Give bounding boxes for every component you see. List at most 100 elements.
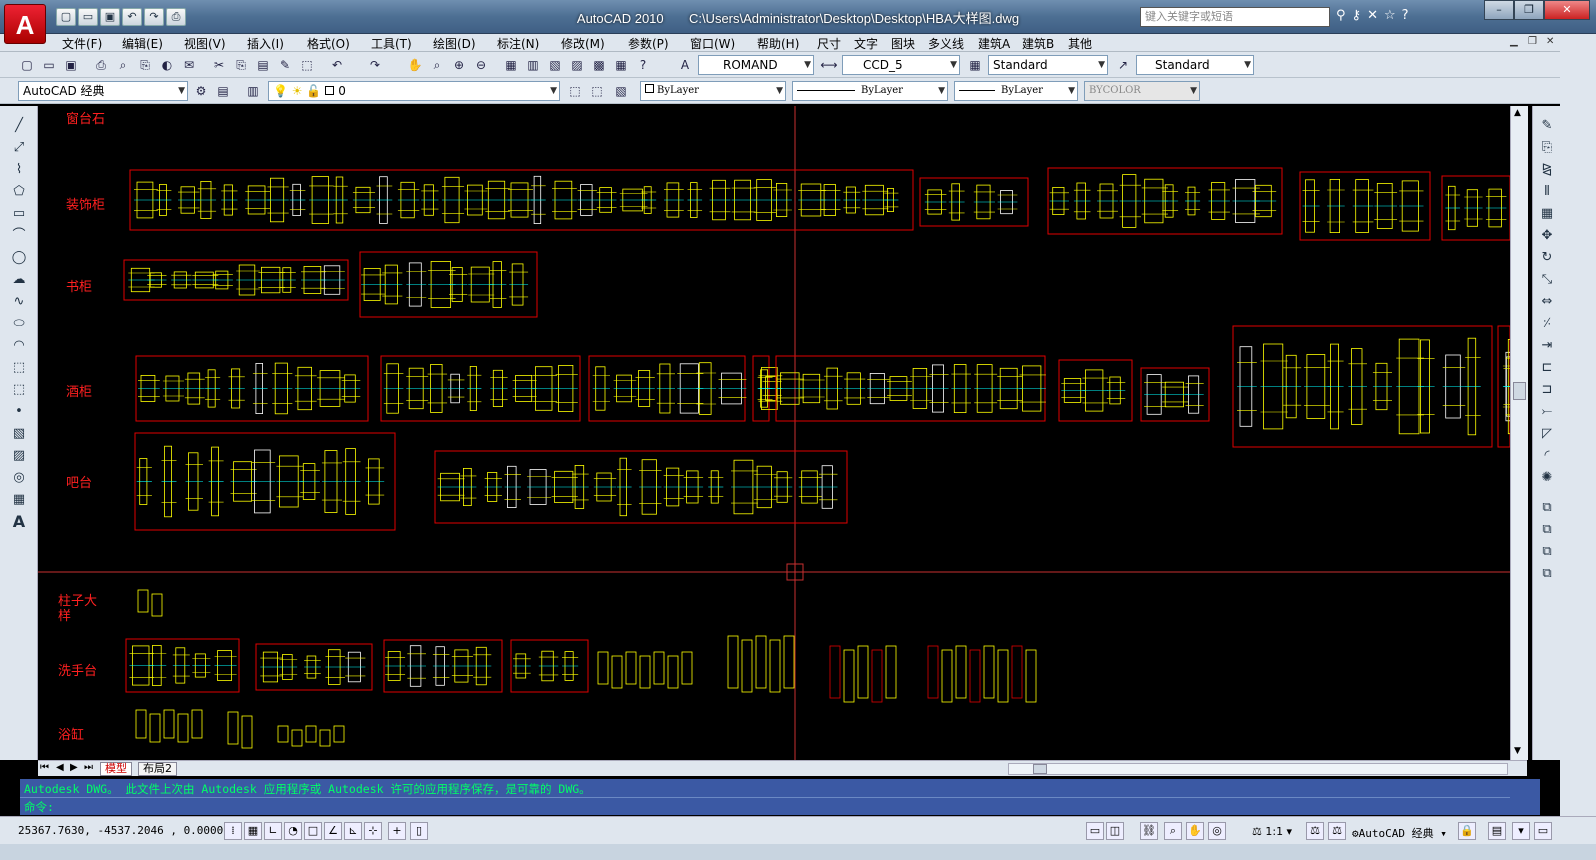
fillet-icon[interactable]: ◜ (1537, 446, 1557, 466)
polar-tracking-icon[interactable]: ◔ (284, 822, 302, 840)
polyline-icon[interactable]: ⌇ (9, 160, 29, 180)
menu-dimension[interactable]: 标注(N) (497, 35, 539, 52)
menu-arch-a[interactable]: 建筑A (978, 35, 1010, 52)
3d-dwf-icon[interactable]: ◐ (158, 56, 176, 74)
menu-file[interactable]: 文件(F) (62, 35, 102, 52)
object-snap-tracking-icon[interactable]: ∠ (324, 822, 342, 840)
revision-cloud-icon[interactable]: ☁ (9, 270, 29, 290)
move-icon[interactable]: ✥ (1537, 226, 1557, 246)
line-icon[interactable]: ╱ (9, 116, 29, 136)
scroll-down-icon[interactable]: ▼ (1514, 746, 1521, 756)
tab-nav-last-icon[interactable]: ⏭ (84, 762, 93, 773)
spline-icon[interactable]: ∿ (9, 292, 29, 312)
make-object-layer-current-icon[interactable]: ⬚ (566, 82, 584, 100)
new-icon[interactable]: ▢ (18, 56, 36, 74)
linetype-select[interactable]: ByLayer ▼ (792, 81, 948, 101)
menu-block[interactable]: 图块 (891, 35, 915, 52)
insert-block-icon[interactable]: ⬚ (9, 358, 29, 378)
layer-previous-icon[interactable]: ⬚ (588, 82, 606, 100)
properties-icon[interactable]: ▦ (502, 56, 520, 74)
statusbar-menu-icon[interactable]: ▾ (1512, 822, 1530, 840)
pan-icon[interactable]: ✋ (406, 56, 424, 74)
menu-arch-b[interactable]: 建筑B (1022, 35, 1054, 52)
favorites-icon[interactable]: ☆ (1384, 8, 1396, 23)
etransmit-icon[interactable]: ✉ (180, 56, 198, 74)
annotation-scale[interactable]: ⚖ 1:1 ▾ (1252, 825, 1292, 838)
help-icon[interactable]: ? (1402, 8, 1409, 23)
match-properties-icon[interactable]: ✎ (276, 56, 294, 74)
object-snap-icon[interactable]: □ (304, 822, 322, 840)
command-input[interactable]: 命令: (20, 797, 1510, 814)
binoculars-icon[interactable]: ⚲ (1336, 8, 1346, 23)
trim-icon[interactable]: ⸓ (1537, 314, 1557, 334)
steeringwheel-icon[interactable]: ◎ (1208, 822, 1226, 840)
table-style-select[interactable]: Standard ▼ (988, 55, 1108, 75)
menu-draw[interactable]: 绘图(D) (433, 35, 476, 52)
design-center-icon[interactable]: ▥ (524, 56, 542, 74)
grid-display-icon[interactable]: ▦ (244, 822, 262, 840)
quick-view-icon[interactable]: ⛓ (1140, 822, 1158, 840)
redo-icon[interactable]: ↷ (366, 56, 384, 74)
quick-properties-icon[interactable]: ▯ (410, 822, 428, 840)
multiline-text-icon[interactable]: A (9, 512, 29, 532)
tool-palettes-icon[interactable]: ▧ (546, 56, 564, 74)
menu-tools[interactable]: 工具(T) (371, 35, 412, 52)
tab-layout2[interactable]: 布局2 (138, 762, 177, 776)
annotation-visibility-icon[interactable]: ⚖ (1306, 822, 1324, 840)
rotate-icon[interactable]: ↻ (1537, 248, 1557, 268)
construction-line-icon[interactable]: ⤢ (9, 138, 29, 158)
menu-view[interactable]: 视图(V) (184, 35, 226, 52)
layer-select[interactable]: 💡 ☀ 🔓 0 ▼ (268, 81, 560, 101)
arc-icon[interactable]: ⌒ (9, 226, 29, 246)
extend-icon[interactable]: ⇥ (1537, 336, 1557, 356)
tab-nav-first-icon[interactable]: ⏮ (40, 762, 49, 773)
bring-front-icon[interactable]: ⧉ (1537, 520, 1557, 540)
circle-icon[interactable]: ◯ (9, 248, 29, 268)
tab-nav-prev-icon[interactable]: ◀ (56, 762, 64, 773)
lineweight-select[interactable]: ByLayer ▼ (954, 81, 1078, 101)
offset-icon[interactable]: ⫴ (1537, 182, 1557, 202)
region-icon[interactable]: ◎ (9, 468, 29, 488)
cad-drawing[interactable] (38, 106, 1510, 760)
ortho-mode-icon[interactable]: ∟ (264, 822, 282, 840)
workspace-settings-icon[interactable]: ⚙ (192, 82, 210, 100)
menu-text[interactable]: 文字 (854, 35, 878, 52)
publish-icon[interactable]: ⎘ (136, 56, 154, 74)
rectangle-icon[interactable]: ▭ (9, 204, 29, 224)
layer-states-icon[interactable]: ▥ (244, 82, 262, 100)
status-tray-icon[interactable]: ▤ (1488, 822, 1506, 840)
tab-nav-next-icon[interactable]: ▶ (70, 762, 78, 773)
mdi-restore-icon[interactable]: ❐ (1528, 36, 1537, 47)
bring-above-icon[interactable]: ⧉ (1537, 564, 1557, 584)
workspace-select[interactable]: AutoCAD 经典 ▼ (18, 81, 188, 101)
lineweight-toggle-icon[interactable]: + (388, 822, 406, 840)
cut-icon[interactable]: ✂ (210, 56, 228, 74)
menu-parametric[interactable]: 参数(P) (628, 35, 669, 52)
erase-icon[interactable]: ✎ (1537, 116, 1557, 136)
mdi-minimize-icon[interactable]: ▁ (1510, 36, 1518, 47)
paste-icon[interactable]: ▤ (254, 56, 272, 74)
chamfer-icon[interactable]: ◸ (1537, 424, 1557, 444)
model-space-icon[interactable]: ▭ (1086, 822, 1104, 840)
scroll-thumb[interactable] (1513, 382, 1526, 400)
point-icon[interactable]: • (9, 402, 29, 422)
auto-scale-icon[interactable]: ⚖ (1328, 822, 1346, 840)
menu-help[interactable]: 帮助(H) (757, 35, 799, 52)
lock-ui-icon[interactable]: 🔒 (1458, 822, 1476, 840)
array-icon[interactable]: ▦ (1537, 204, 1557, 224)
dynamic-input-icon[interactable]: ⊹ (364, 822, 382, 840)
draw-order-icon[interactable]: ⧉ (1537, 498, 1557, 518)
communication-icon[interactable]: ✕ (1367, 8, 1378, 23)
zoom-icon[interactable]: ⌕ (1164, 822, 1182, 840)
drawing-canvas[interactable]: 窗台石 装饰柜 书柜 酒柜 吧台 柱子大样 洗手台 浴缸 (38, 106, 1527, 760)
calculator-icon[interactable]: ▦ (612, 56, 630, 74)
menu-other[interactable]: 其他 (1068, 35, 1092, 52)
table-style-icon[interactable]: ▦ (966, 56, 984, 74)
zoom-previous-icon[interactable]: ⊖ (472, 56, 490, 74)
menu-modify[interactable]: 修改(M) (561, 35, 605, 52)
color-select[interactable]: ByLayer ▼ (640, 81, 786, 101)
dim-style-select[interactable]: CCD_5 ▼ (842, 55, 960, 75)
clean-screen-icon[interactable]: ▭ (1534, 822, 1552, 840)
polygon-icon[interactable]: ⬠ (9, 182, 29, 202)
break-at-point-icon[interactable]: ⊏ (1537, 358, 1557, 378)
